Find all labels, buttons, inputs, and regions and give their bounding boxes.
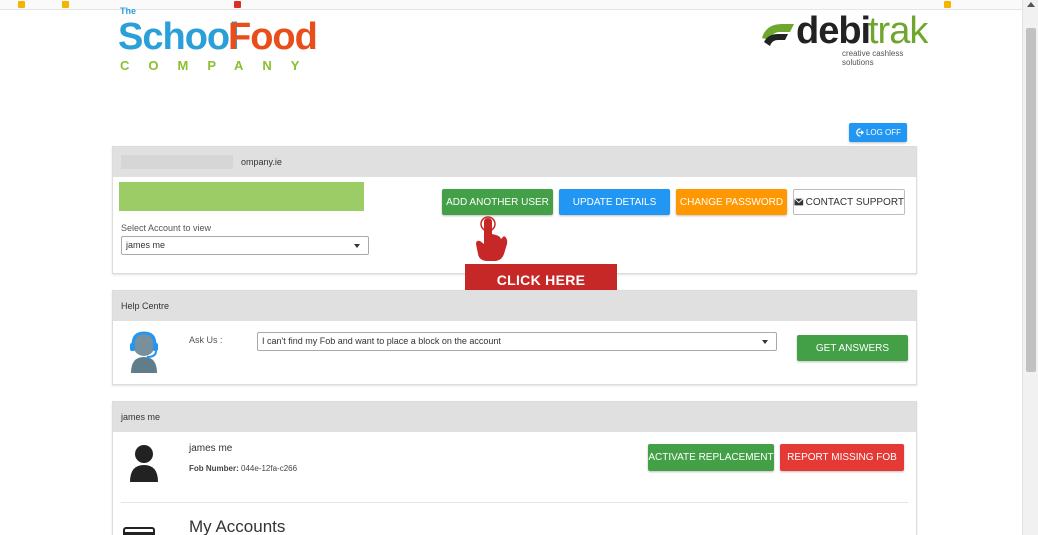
bookmark-icon[interactable] xyxy=(944,1,951,8)
account-panel: ompany.ie ADD ANOTHER USER UPDATE DETAIL… xyxy=(112,146,917,274)
logo-tagline: creative cashless solutions xyxy=(842,49,904,67)
log-off-label: LOG OFF xyxy=(865,128,902,137)
account-select-value: james me xyxy=(126,240,166,250)
user-panel-title: james me xyxy=(121,412,161,422)
user-panel-header: james me xyxy=(113,402,916,432)
account-name-redacted xyxy=(119,182,364,211)
scrollbar-thumb[interactable] xyxy=(1026,28,1036,372)
click-here-label: CLICK HERE xyxy=(496,271,586,288)
divider xyxy=(121,502,908,503)
contact-support-label: CONTACT SUPPORT xyxy=(805,196,904,208)
logo-school-text: School xyxy=(118,16,240,58)
scroll-up-icon[interactable] xyxy=(1027,2,1035,7)
bookmark-icon[interactable] xyxy=(62,1,69,8)
account-panel-header: ompany.ie xyxy=(113,147,916,177)
logo-trak-text: trak xyxy=(868,10,928,52)
card-icon xyxy=(123,527,155,535)
bookmark-icon[interactable] xyxy=(234,1,241,8)
update-details-label: UPDATE DETAILS xyxy=(572,196,657,208)
activate-replacement-label: ACTIVATE REPLACEMENT xyxy=(648,452,774,463)
bookmark-icon[interactable] xyxy=(18,1,25,8)
change-password-label: CHANGE PASSWORD xyxy=(679,196,784,208)
help-question-select[interactable]: I can't find my Fob and want to place a … xyxy=(257,332,777,351)
help-question-value: I can't find my Fob and want to place a … xyxy=(262,336,501,346)
help-centre-header: Help Centre xyxy=(113,291,916,321)
help-centre-title: Help Centre xyxy=(121,301,170,311)
fob-number-row: Fob Number: 044e-12fa-c266 xyxy=(189,464,297,473)
select-account-label: Select Account to view xyxy=(121,223,212,233)
logo-the-text: The xyxy=(120,6,137,16)
add-user-label: ADD ANOTHER USER xyxy=(446,196,549,208)
change-password-button[interactable]: CHANGE PASSWORD xyxy=(676,189,787,215)
account-select[interactable]: james me xyxy=(121,236,369,255)
envelope-icon xyxy=(794,198,804,206)
account-email: ompany.ie xyxy=(241,157,282,167)
activate-replacement-button[interactable]: ACTIVATE REPLACEMENT xyxy=(648,444,774,471)
report-missing-fob-label: REPORT MISSING FOB xyxy=(787,452,897,463)
hand-pointer-icon xyxy=(476,216,508,261)
school-food-company-logo: The School Food COMPANY xyxy=(118,6,358,73)
log-off-button[interactable]: LOG OFF xyxy=(849,123,907,142)
debitrak-mark-icon xyxy=(762,24,794,46)
update-details-button[interactable]: UPDATE DETAILS xyxy=(559,189,670,215)
add-another-user-button[interactable]: ADD ANOTHER USER xyxy=(442,189,553,215)
get-answers-label: GET ANSWERS xyxy=(815,342,890,354)
debitrak-logo: debi trak creative cashless solutions xyxy=(760,10,928,67)
report-missing-fob-button[interactable]: REPORT MISSING FOB xyxy=(780,444,904,471)
logo-company-text: COMPANY xyxy=(120,58,319,73)
support-agent-icon xyxy=(130,331,158,373)
help-centre-panel: Help Centre Ask Us : I can't find my Fob… xyxy=(112,290,917,385)
fob-number-value: 044e-12fa-c266 xyxy=(241,464,298,473)
user-icon xyxy=(130,445,158,482)
chevron-down-icon xyxy=(762,340,768,344)
logo-debi-text: debi xyxy=(796,10,871,52)
contact-support-button[interactable]: CONTACT SUPPORT xyxy=(793,189,905,215)
email-redacted xyxy=(121,155,233,169)
my-accounts-title: My Accounts xyxy=(189,517,286,535)
fob-number-label: Fob Number: xyxy=(189,464,239,473)
logo-food-text: Food xyxy=(228,16,318,58)
get-answers-button[interactable]: GET ANSWERS xyxy=(797,335,908,361)
chevron-down-icon xyxy=(354,244,360,248)
logout-icon xyxy=(856,128,864,137)
user-name: james me xyxy=(189,443,233,454)
ask-us-label: Ask Us : xyxy=(189,335,223,345)
page-scrollbar[interactable] xyxy=(1022,0,1038,535)
user-panel: james me james me Fob Number: 044e-12fa-… xyxy=(112,401,917,535)
